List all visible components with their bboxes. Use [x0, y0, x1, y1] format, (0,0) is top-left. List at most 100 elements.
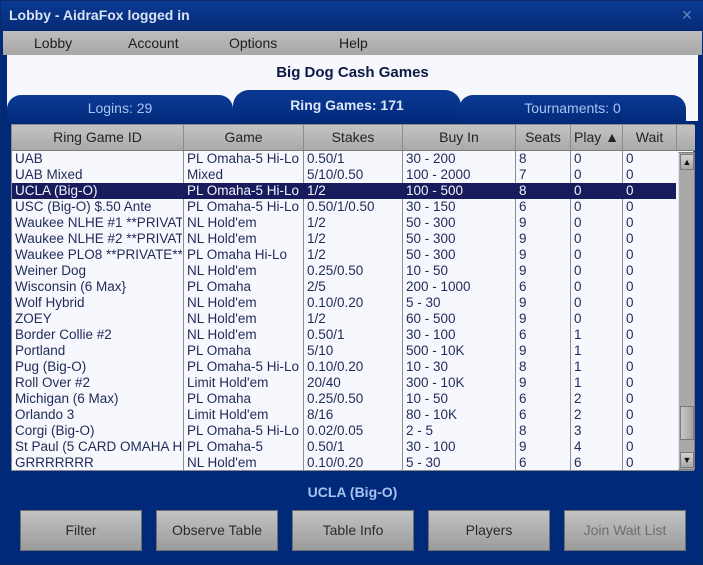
cell-seats: 8: [519, 359, 527, 374]
column-wait[interactable]: Wait: [623, 125, 677, 150]
page-title: Big Dog Cash Games: [276, 64, 429, 81]
cell-game: NL Hold'em: [187, 455, 257, 470]
cell-stakes: 1/2: [307, 247, 326, 262]
cell-stakes: 1/2: [307, 215, 326, 230]
table-row[interactable]: USC (Big-O) $.50 Ante PL Omaha-5 Hi-Lo 0.5…: [12, 199, 676, 215]
cell-seats: 9: [519, 375, 527, 390]
cell-play: 2: [574, 407, 582, 422]
column-game[interactable]: Game: [184, 125, 304, 150]
table-row-selected[interactable]: UCLA (Big-O) PL Omaha-5 Hi-Lo 1/2 100 - 500…: [12, 183, 676, 199]
cell-seats: 6: [519, 199, 527, 214]
table-row[interactable]: Michigan (6 Max) PL Omaha 0.25/0.50 10 - 50…: [12, 391, 676, 407]
filter-button[interactable]: Filter: [20, 510, 142, 551]
cell-wait: 0: [626, 423, 634, 438]
table-row[interactable]: St Paul (5 CARD OMAHA HI PL Omaha-5 0.50/1…: [12, 439, 676, 455]
cell-play: 1: [574, 327, 582, 342]
close-icon[interactable]: ×: [678, 5, 696, 25]
cell-ring-game-id: Pug (Big-O): [15, 359, 87, 374]
table-row[interactable]: Orlando 3 Limit Hold'em 8/16 80 - 10K 6 2 0: [12, 407, 676, 423]
table-row[interactable]: UAB PL Omaha-5 Hi-Lo 0.50/1 30 - 200 8 0 0: [12, 151, 676, 167]
table-info-button[interactable]: Table Info: [292, 510, 414, 551]
table-row[interactable]: Corgi (Big-O) PL Omaha-5 Hi-Lo 0.02/0.05 2 …: [12, 423, 676, 439]
table-row[interactable]: Wolf Hybrid NL Hold'em 0.10/0.20 5 - 30 9 0 0: [12, 295, 676, 311]
tab-ring-games[interactable]: Ring Games: 171: [233, 90, 461, 124]
cell-wait: 0: [626, 375, 634, 390]
cell-stakes: 0.10/0.20: [307, 295, 364, 310]
table-row[interactable]: ZOEY NL Hold'em 1/2 60 - 500 9 0 0: [12, 311, 676, 327]
cell-stakes: 5/10: [307, 343, 334, 358]
table-row[interactable]: Waukee NLHE #1 **PRIVATE** NL Hold'em 1/2 5…: [12, 215, 676, 231]
cell-ring-game-id: Waukee PLO8 **PRIVATE**: [15, 247, 182, 262]
cell-game: PL Omaha: [187, 391, 252, 406]
cell-stakes: 1/2: [307, 183, 326, 198]
menu-help[interactable]: Help: [339, 35, 368, 51]
cell-stakes: 0.25/0.50: [307, 263, 364, 278]
cell-ring-game-id: Border Collie #2: [15, 327, 112, 342]
cell-buy-in: 10 - 30: [406, 359, 449, 374]
table-row[interactable]: Waukee NLHE #2 **PRIVATE** NL Hold'em 1/2 5…: [12, 231, 676, 247]
cell-ring-game-id: UAB Mixed: [15, 167, 83, 182]
column-play[interactable]: Play ▲: [571, 125, 623, 150]
cell-ring-game-id: GRRRRRRR: [15, 455, 94, 470]
cell-game: NL Hold'em: [187, 263, 257, 278]
observe-table-button[interactable]: Observe Table: [156, 510, 278, 551]
cell-stakes: 5/10/0.50: [307, 167, 364, 182]
cell-game: NL Hold'em: [187, 215, 257, 230]
column-spacer: [677, 125, 695, 150]
cell-seats: 8: [519, 183, 527, 198]
cell-seats: 6: [519, 279, 527, 294]
cell-stakes: 0.10/0.20: [307, 359, 364, 374]
cell-game: NL Hold'em: [187, 231, 257, 246]
menu-account[interactable]: Account: [128, 35, 179, 51]
column-buy-in[interactable]: Buy In: [403, 125, 516, 150]
table-row[interactable]: Wisconsin (6 Max} PL Omaha 2/5 200 - 1000 6 0…: [12, 279, 676, 295]
cell-game: PL Omaha-5 Hi-Lo: [187, 151, 300, 166]
cell-ring-game-id: Corgi (Big-O): [15, 423, 95, 438]
cell-wait: 0: [626, 279, 634, 294]
table-row[interactable]: Pug (Big-O) PL Omaha-5 Hi-Lo 0.10/0.20 10 -…: [12, 359, 676, 375]
scrollbar-thumb[interactable]: [680, 406, 694, 440]
cell-game: PL Omaha-5 Hi-Lo: [187, 199, 300, 214]
table-row[interactable]: Waukee PLO8 **PRIVATE** PL Omaha Hi-Lo 1/2…: [12, 247, 676, 263]
join-wait-list-button[interactable]: Join Wait List: [564, 510, 686, 551]
table-header: Ring Game ID Game Stakes Buy In Seats Pl…: [12, 125, 695, 151]
cell-stakes: 1/2: [307, 311, 326, 326]
cell-ring-game-id: Waukee NLHE #1 **PRIVATE**: [15, 215, 182, 230]
table-row[interactable]: Portland PL Omaha 5/10 500 - 10K 9 1 0: [12, 343, 676, 359]
cell-play: 3: [574, 423, 582, 438]
cell-ring-game-id: St Paul (5 CARD OMAHA HI: [15, 439, 182, 454]
cell-play: 1: [574, 343, 582, 358]
cell-play: 6: [574, 455, 582, 470]
ring-games-table: Ring Game ID Game Stakes Buy In Seats Pl…: [11, 124, 695, 471]
scroll-down-icon[interactable]: ▼: [680, 452, 694, 468]
cell-wait: 0: [626, 455, 634, 470]
cell-ring-game-id: Michigan (6 Max): [15, 391, 119, 406]
column-stakes[interactable]: Stakes: [304, 125, 403, 150]
table-row[interactable]: GRRRRRRR NL Hold'em 0.10/0.20 5 - 30 6 6 0: [12, 455, 676, 471]
title-bar[interactable]: Lobby - AidraFox logged in ×: [1, 1, 703, 31]
scroll-up-icon[interactable]: ▲: [680, 154, 694, 170]
cell-play: 1: [574, 359, 582, 374]
cell-buy-in: 10 - 50: [406, 391, 449, 406]
column-seats[interactable]: Seats: [516, 125, 571, 150]
cell-stakes: 20/40: [307, 375, 341, 390]
table-row[interactable]: UAB Mixed Mixed 5/10/0.50 100 - 2000 7 0 0: [12, 167, 676, 183]
cell-ring-game-id: Portland: [15, 343, 66, 358]
cell-seats: 9: [519, 295, 527, 310]
column-ring-game-id[interactable]: Ring Game ID: [12, 125, 184, 150]
vertical-scrollbar[interactable]: ▲ ▼: [678, 152, 695, 470]
table-row[interactable]: Roll Over #2 Limit Hold'em 20/40 300 - 10K 9…: [12, 375, 676, 391]
cell-wait: 0: [626, 391, 634, 406]
cell-wait: 0: [626, 167, 634, 182]
cell-wait: 0: [626, 311, 634, 326]
table-row[interactable]: Weiner Dog NL Hold'em 0.25/0.50 10 - 50 9 0 0: [12, 263, 676, 279]
menu-options[interactable]: Options: [229, 35, 277, 51]
cell-game: PL Omaha: [187, 343, 252, 358]
table-row[interactable]: Border Collie #2 NL Hold'em 0.50/1 30 - 100…: [12, 327, 676, 343]
cell-buy-in: 30 - 200: [406, 151, 456, 166]
cell-buy-in: 30 - 150: [406, 199, 456, 214]
menu-lobby[interactable]: Lobby: [34, 35, 72, 51]
cell-play: 1: [574, 375, 582, 390]
players-button[interactable]: Players: [428, 510, 550, 551]
cell-seats: 6: [519, 327, 527, 342]
